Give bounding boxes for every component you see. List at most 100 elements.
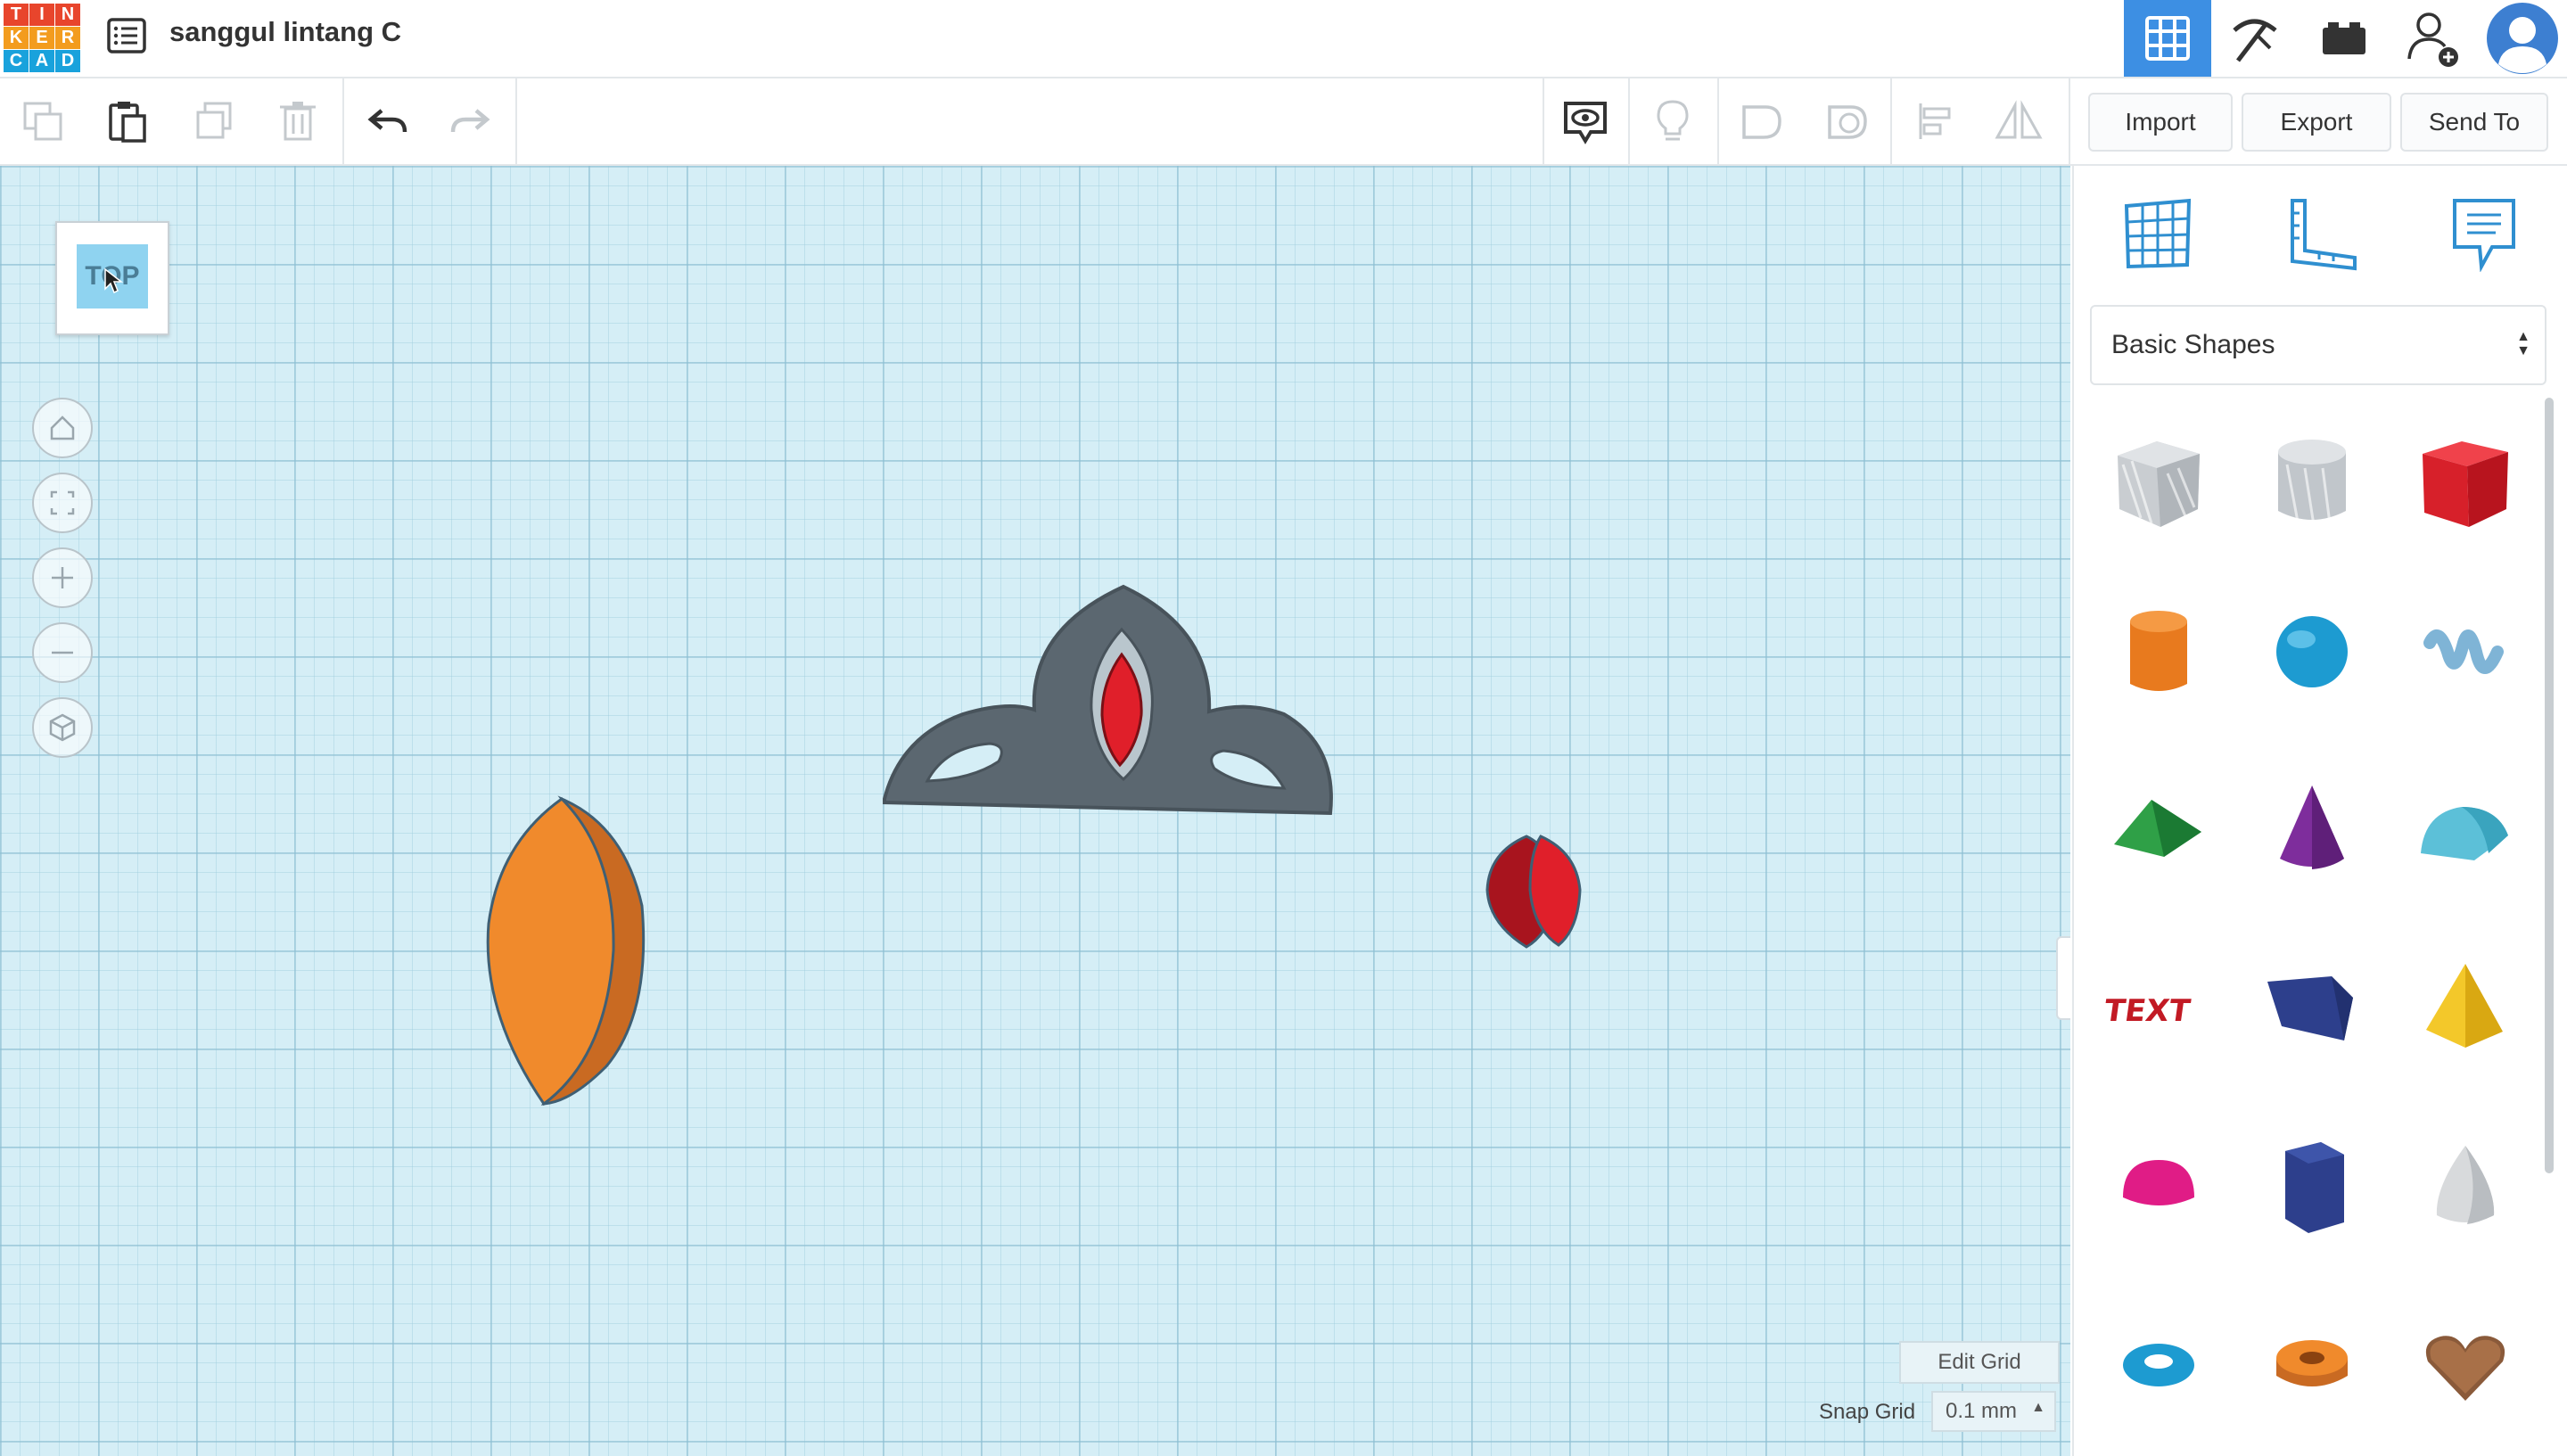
redo-icon	[450, 109, 490, 133]
shape-text[interactable]: TEXT	[2101, 950, 2217, 1066]
profile-button[interactable]	[2479, 0, 2566, 77]
undo-button[interactable]	[358, 93, 415, 150]
logo-letter: R	[55, 27, 80, 49]
torus-icon	[2123, 1344, 2194, 1386]
workplane-canvas[interactable]: TOP	[0, 166, 2070, 1456]
shape-tube[interactable]	[2254, 1307, 2370, 1423]
undo-icon	[367, 109, 407, 133]
heart-icon	[2425, 1336, 2505, 1401]
show-hide-button[interactable]	[1557, 93, 1614, 150]
tube-icon	[2276, 1340, 2348, 1386]
toolbar-divider	[1543, 78, 1544, 164]
delete-icon	[280, 102, 316, 141]
3d-design-view-button[interactable]	[2124, 0, 2211, 77]
toolbar-divider	[1890, 78, 1892, 164]
shape-half-sphere[interactable]	[2101, 1129, 2217, 1245]
box-hole-icon	[2118, 441, 2200, 527]
snap-grid-select[interactable]: 0.1 mm ▲	[1931, 1391, 2056, 1432]
notes-tab[interactable]	[2439, 189, 2529, 278]
toolbar-divider	[1628, 78, 1630, 164]
logo-letter: A	[29, 50, 54, 72]
shape-cone[interactable]	[2254, 772, 2370, 888]
lightbulb-button[interactable]	[1644, 93, 1701, 150]
shape-roof[interactable]	[2101, 772, 2217, 888]
ruler-tab[interactable]	[2277, 189, 2366, 278]
mirror-button[interactable]	[1990, 93, 2047, 150]
align-button[interactable]	[1908, 93, 1965, 150]
notes-icon	[2453, 199, 2515, 272]
shape-category-select[interactable]: Basic Shapes ▲ ▼	[2090, 305, 2546, 385]
shape-box[interactable]	[2407, 424, 2523, 540]
paste-icon	[109, 102, 146, 143]
logo-letter: T	[4, 4, 29, 26]
invite-user-button[interactable]	[2390, 0, 2477, 77]
workplane-tab[interactable]	[2113, 189, 2202, 278]
shape-torus[interactable]	[2101, 1307, 2217, 1423]
show-hide-icon	[1564, 102, 1607, 144]
edit-grid-button[interactable]: Edit Grid	[1899, 1341, 2060, 1384]
shape-polygon[interactable]	[2254, 1129, 2370, 1245]
chevron-right-icon: ⟩	[2068, 960, 2070, 996]
paraboloid-icon	[2436, 1146, 2495, 1224]
toolbar-divider	[515, 78, 517, 164]
duplicate-button[interactable]	[185, 93, 243, 150]
tinkercad-logo[interactable]: T I N K E R C A D	[4, 4, 80, 73]
shape-box-hole[interactable]	[2101, 424, 2217, 540]
workplane-icon	[2124, 198, 2192, 269]
mirror-icon	[1995, 100, 2043, 139]
shape-round-roof[interactable]	[2407, 772, 2523, 888]
solid-shape-button[interactable]	[1733, 93, 1790, 150]
cylinder-hole-icon	[2278, 440, 2346, 526]
bricks-view-button[interactable]	[2300, 0, 2388, 77]
logo-letter: K	[4, 27, 29, 49]
duplicate-icon	[196, 102, 232, 139]
logo-letter: I	[29, 4, 54, 26]
paste-button[interactable]	[98, 93, 155, 150]
logo-letter: N	[55, 4, 80, 26]
design-list-button[interactable]	[103, 12, 150, 59]
redo-button[interactable]	[442, 93, 499, 150]
grid-icon	[2145, 16, 2190, 61]
cone-icon	[2280, 786, 2344, 869]
cylinder-icon	[2130, 611, 2187, 691]
align-icon	[1919, 103, 1951, 139]
export-button[interactable]: Export	[2242, 93, 2391, 152]
shape-pyramid[interactable]	[2407, 950, 2523, 1066]
app-header: T I N K E R C A D sanggul lintang C	[0, 0, 2567, 78]
codeblocks-view-button[interactable]	[2211, 0, 2299, 77]
orange-leaf-object[interactable]	[486, 795, 646, 1106]
shape-category-value: Basic Shapes	[2111, 330, 2275, 359]
send-to-button[interactable]: Send To	[2400, 93, 2548, 152]
roof-icon	[2114, 800, 2201, 857]
copy-button[interactable]	[14, 93, 71, 150]
copy-icon	[23, 102, 62, 141]
shape-scribble[interactable]	[2407, 594, 2523, 710]
project-title[interactable]: sanggul lintang C	[169, 16, 401, 48]
hole-shape-button[interactable]	[1819, 93, 1876, 150]
delete-button[interactable]	[269, 93, 326, 150]
polygon-icon	[2285, 1142, 2344, 1233]
shape-cylinder-hole[interactable]	[2254, 424, 2370, 540]
sphere-icon	[2276, 616, 2348, 687]
chevron-up-icon: ▲	[2031, 1400, 2045, 1415]
hole-shape-icon	[1828, 105, 1867, 139]
scene-objects	[486, 584, 1582, 1106]
solid-shape-icon	[1742, 105, 1781, 139]
panel-scrollbar[interactable]	[2545, 398, 2554, 1173]
collapse-panel-button[interactable]: ⟩	[2056, 936, 2070, 1020]
scribble-icon	[2423, 629, 2504, 674]
pyramid-icon	[2426, 964, 2503, 1048]
toolbar-divider	[1717, 78, 1719, 164]
shape-paraboloid[interactable]	[2407, 1129, 2523, 1245]
text-3d-icon: TEXT	[2105, 993, 2193, 1029]
shape-wedge[interactable]	[2254, 950, 2370, 1066]
tiara-object[interactable]	[883, 584, 1333, 816]
shape-sphere[interactable]	[2254, 594, 2370, 710]
round-roof-icon	[2421, 807, 2508, 860]
pickaxe-icon	[2233, 19, 2277, 62]
red-gem-object[interactable]	[1485, 835, 1582, 949]
shape-heart[interactable]	[2407, 1307, 2523, 1423]
import-button[interactable]: Import	[2088, 93, 2233, 152]
list-icon	[107, 18, 146, 53]
shape-cylinder[interactable]	[2101, 594, 2217, 710]
